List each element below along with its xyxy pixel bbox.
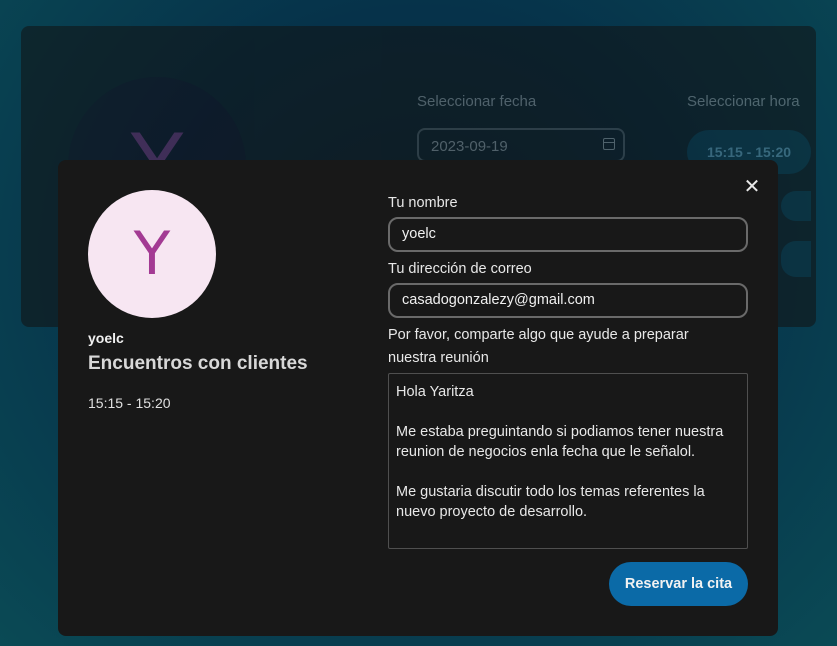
message-textarea[interactable]: Hola Yaritza Me estaba preguintando si p… xyxy=(388,373,748,549)
calendar-icon xyxy=(603,138,615,150)
message-line: Me estaba preguintando si podiamos tener… xyxy=(396,424,724,440)
email-label: Tu dirección de correo xyxy=(388,261,532,277)
event-title: Encuentros con clientes xyxy=(88,353,308,374)
background-date-label: Seleccionar fecha xyxy=(417,93,537,110)
email-field[interactable]: casadogonzalezy@gmail.com xyxy=(388,283,748,318)
booking-modal: ✕ Y yoelc Encuentros con clientes 15:15 … xyxy=(58,160,778,636)
selected-time: 15:15 - 15:20 xyxy=(88,395,171,411)
message-label-line-1: Por favor, comparte algo que ayude a pre… xyxy=(388,327,689,343)
message-line: Me gustaria discutir todo los temas refe… xyxy=(396,484,705,500)
message-line: nuevo proyecto de desarrollo. xyxy=(396,504,588,520)
close-icon[interactable]: ✕ xyxy=(742,176,762,196)
background-time-slot-2 xyxy=(781,191,811,221)
avatar-letter: Y xyxy=(133,219,171,289)
background-date-value: 2023-09-19 xyxy=(431,138,508,155)
background-date-input: 2023-09-19 xyxy=(417,128,625,162)
background-time-slot-3 xyxy=(781,241,811,277)
avatar: Y xyxy=(88,190,216,318)
message-label-line-2: nuestra reunión xyxy=(388,350,489,366)
message-line: Hola Yaritza xyxy=(396,384,474,400)
message-line: reunion de negocios enla fecha que le se… xyxy=(396,444,696,460)
background-time-label: Seleccionar hora xyxy=(687,93,800,110)
host-name: yoelc xyxy=(88,330,124,346)
reserve-button[interactable]: Reservar la cita xyxy=(609,562,748,606)
name-field[interactable]: yoelc xyxy=(388,217,748,252)
name-label: Tu nombre xyxy=(388,195,458,211)
